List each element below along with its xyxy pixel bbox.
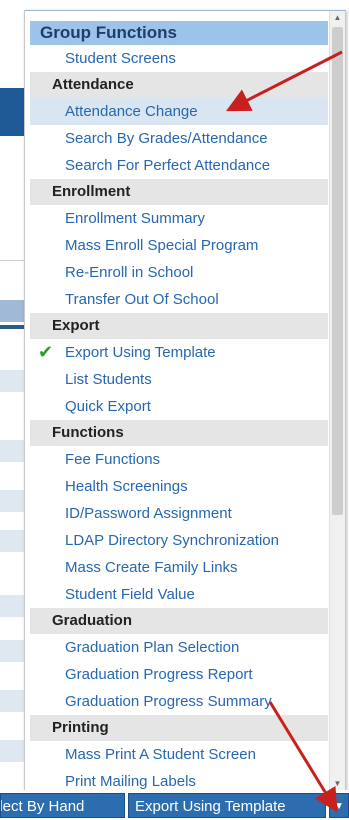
background-divider <box>0 260 24 261</box>
menu-item-attendance-change[interactable]: Attendance Change <box>30 98 328 125</box>
menu-item-mass-enroll-special-program[interactable]: Mass Enroll Special Program <box>30 232 328 259</box>
menu-item-quick-export[interactable]: Quick Export <box>30 393 328 420</box>
export-using-template-button[interactable]: Export Using Template <box>128 793 326 818</box>
menu-scrollbar[interactable]: ▲ ▼ <box>329 11 345 791</box>
background-row <box>0 690 24 712</box>
section-header-functions: Functions <box>30 420 328 446</box>
select-by-hand-button[interactable]: Select By Hand <box>0 793 125 818</box>
menu-item-mass-create-family-links[interactable]: Mass Create Family Links <box>30 554 328 581</box>
group-functions-menu: Group Functions Student Screens Attendan… <box>24 10 346 792</box>
menu-item-fee-functions[interactable]: Fee Functions <box>30 446 328 473</box>
menu-item-student-screens[interactable]: Student Screens <box>30 45 328 72</box>
background-row <box>0 640 24 662</box>
menu-list: Group Functions Student Screens Attendan… <box>25 11 328 791</box>
scroll-down-arrow-icon[interactable]: ▼ <box>330 777 345 791</box>
menu-item-list-students[interactable]: List Students <box>30 366 328 393</box>
background-row <box>0 370 24 392</box>
bottom-button-bar: Select By Hand Export Using Template ▼ <box>0 790 349 820</box>
background-row <box>0 530 24 552</box>
background-row <box>0 490 24 512</box>
background-page <box>0 0 24 790</box>
menu-item-health-screenings[interactable]: Health Screenings <box>30 473 328 500</box>
background-row <box>0 440 24 462</box>
menu-item-mass-print-student-screen[interactable]: Mass Print A Student Screen <box>30 741 328 768</box>
menu-item-label: Export Using Template <box>65 344 216 361</box>
menu-title: Group Functions <box>30 21 328 45</box>
scrollbar-thumb[interactable] <box>332 27 343 515</box>
check-icon: ✔ <box>38 342 54 362</box>
background-row <box>0 325 24 329</box>
section-header-printing: Printing <box>30 715 328 741</box>
scroll-up-arrow-icon[interactable]: ▲ <box>330 11 345 25</box>
menu-item-graduation-progress-summary[interactable]: Graduation Progress Summary <box>30 688 328 715</box>
menu-item-student-field-value[interactable]: Student Field Value <box>30 581 328 608</box>
menu-item-re-enroll-in-school[interactable]: Re-Enroll in School <box>30 259 328 286</box>
background-row <box>0 300 24 322</box>
menu-item-transfer-out-of-school[interactable]: Transfer Out Of School <box>30 286 328 313</box>
section-header-attendance: Attendance <box>30 72 328 98</box>
section-header-export: Export <box>30 313 328 339</box>
section-header-graduation: Graduation <box>30 608 328 634</box>
background-row <box>0 740 24 762</box>
menu-item-search-perfect-attendance[interactable]: Search For Perfect Attendance <box>30 152 328 179</box>
background-row <box>0 595 24 617</box>
menu-item-id-password-assignment[interactable]: ID/Password Assignment <box>30 500 328 527</box>
menu-item-ldap-directory-sync[interactable]: LDAP Directory Synchronization <box>30 527 328 554</box>
menu-item-graduation-plan-selection[interactable]: Graduation Plan Selection <box>30 634 328 661</box>
menu-item-export-using-template[interactable]: ✔ Export Using Template <box>30 339 328 366</box>
menu-item-graduation-progress-report[interactable]: Graduation Progress Report <box>30 661 328 688</box>
menu-item-search-by-grades-attendance[interactable]: Search By Grades/Attendance <box>30 125 328 152</box>
background-nav-tab <box>0 88 24 136</box>
caret-down-icon[interactable]: ▼ <box>329 793 349 818</box>
menu-item-enrollment-summary[interactable]: Enrollment Summary <box>30 205 328 232</box>
section-header-enrollment: Enrollment <box>30 179 328 205</box>
menu-item-print-mailing-labels[interactable]: Print Mailing Labels <box>30 768 328 791</box>
